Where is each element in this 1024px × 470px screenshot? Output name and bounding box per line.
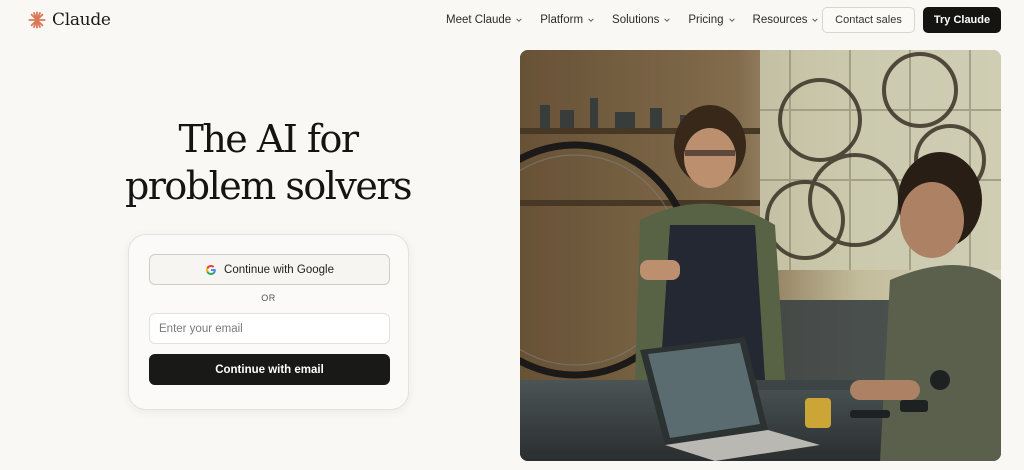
chevron-down-icon xyxy=(516,18,522,22)
signup-card: Continue with Google OR Continue with em… xyxy=(128,234,409,410)
google-button-label: Continue with Google xyxy=(224,263,334,276)
chevron-down-icon xyxy=(812,18,819,22)
nav-item-label: Platform xyxy=(540,14,584,26)
claude-starburst-icon xyxy=(28,11,46,29)
brand-logo[interactable]: Claude xyxy=(28,9,111,31)
contact-sales-button[interactable]: Contact sales xyxy=(822,7,915,33)
top-navigation: Claude Meet Claude Platform Solutions Pr… xyxy=(0,0,1024,40)
hero-title-line-1: The AI for xyxy=(178,117,359,161)
continue-with-email-button[interactable]: Continue with email xyxy=(149,354,390,385)
hero-title: The AI for problem solvers xyxy=(110,116,426,210)
nav-item-solutions[interactable]: Solutions xyxy=(612,11,671,29)
workshop-illustration xyxy=(520,50,1001,461)
nav-item-label: Pricing xyxy=(688,14,724,26)
or-divider-label: OR xyxy=(261,293,276,303)
nav-item-meet-claude[interactable]: Meet Claude xyxy=(446,11,523,29)
chevron-down-icon xyxy=(728,18,735,22)
chevron-down-icon xyxy=(664,18,671,22)
nav-item-resources[interactable]: Resources xyxy=(753,11,820,29)
try-claude-button[interactable]: Try Claude xyxy=(923,7,1001,33)
brand-name: Claude xyxy=(52,10,111,30)
chevron-down-icon xyxy=(588,18,594,22)
nav-item-platform[interactable]: Platform xyxy=(540,11,595,29)
nav-item-label: Meet Claude xyxy=(446,14,512,26)
hero-title-line-2: problem solvers xyxy=(124,164,413,208)
nav-item-label: Solutions xyxy=(612,14,660,26)
continue-with-google-button[interactable]: Continue with Google xyxy=(149,254,390,285)
main-nav-menu: Meet Claude Platform Solutions Pricing R… xyxy=(446,11,836,29)
google-g-icon xyxy=(206,264,216,275)
email-input[interactable] xyxy=(149,313,390,344)
hero-photo-workshop xyxy=(520,50,1001,461)
nav-item-label: Resources xyxy=(752,14,808,26)
nav-item-pricing[interactable]: Pricing xyxy=(688,11,735,29)
